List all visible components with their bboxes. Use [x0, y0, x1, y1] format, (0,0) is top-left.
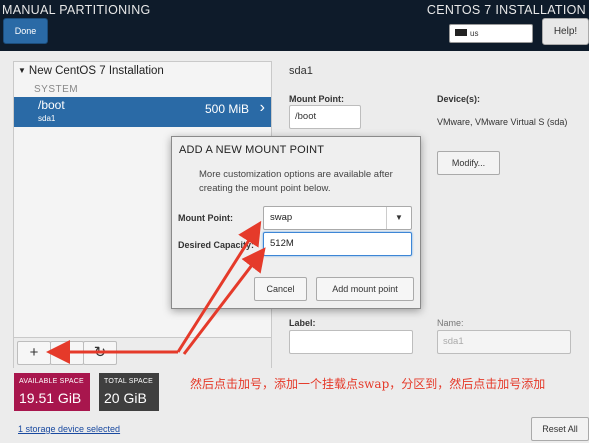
arrow-to-capacity: [182, 247, 266, 355]
arrow-to-mount-point: [176, 220, 262, 353]
annotation-text: 然后点击加号，添加一个挂载点swap，分区到，然后点击加号添加: [190, 377, 546, 391]
